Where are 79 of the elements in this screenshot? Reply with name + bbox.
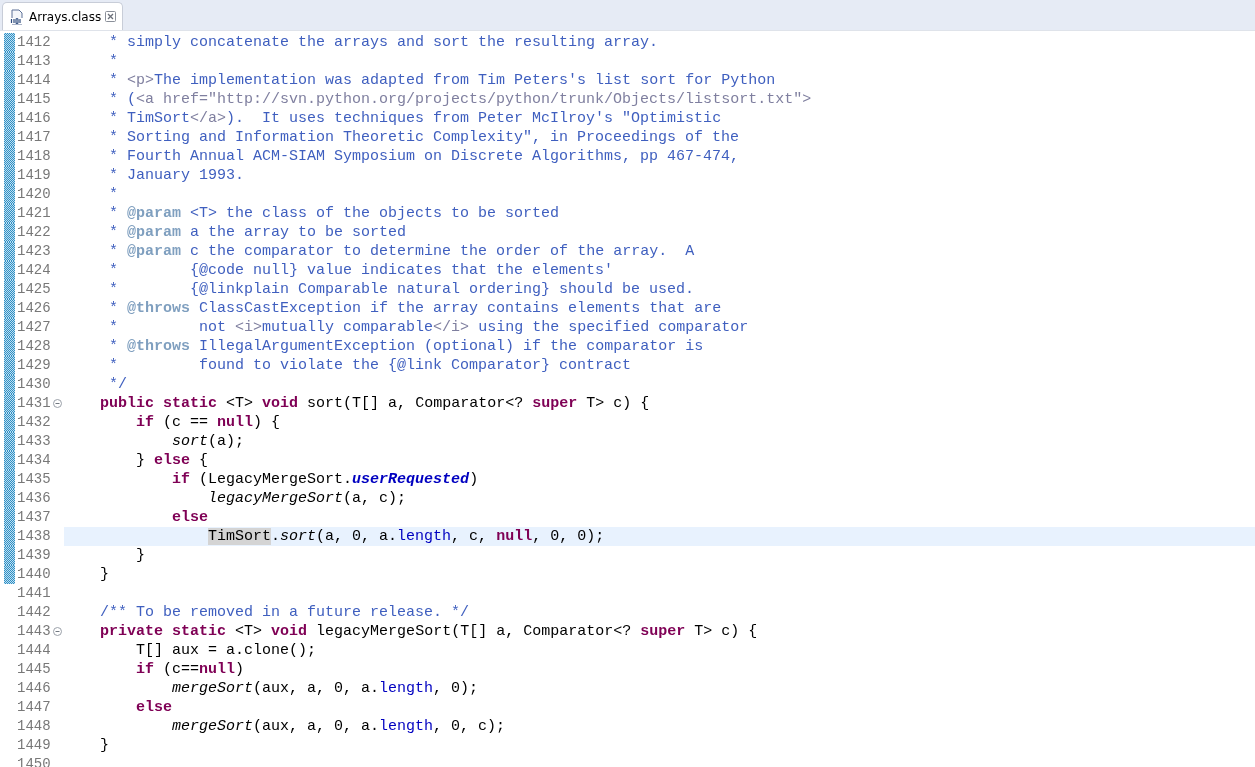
line-number: 1436: [17, 489, 52, 508]
code-line: * simply concatenate the arrays and sort the resulting array.: [108, 33, 660, 52]
code-line: * TimSort</a>). It uses techniques from Peter McIlroy's "Optimistic: [108, 109, 723, 128]
editor-tab[interactable]: Arrays.class: [2, 2, 124, 30]
collapse-icon[interactable]: [53, 399, 62, 408]
line-number: 1420: [17, 185, 52, 204]
line-number: 1440: [17, 565, 52, 584]
code-line: * @param a the array to be sorted: [108, 223, 408, 242]
code-line: mergeSort(aux, a, 0, a.length, 0, c);: [171, 717, 507, 736]
code-line: else: [135, 698, 174, 717]
line-number: 1449: [17, 736, 52, 755]
line-number: 1434: [17, 451, 52, 470]
line-number: 1416: [17, 109, 52, 128]
close-icon[interactable]: [105, 11, 117, 22]
line-number: 1414: [17, 71, 52, 90]
line-number: 1448: [17, 717, 52, 736]
line-number: 1445: [17, 660, 52, 679]
code-line: if (c==null): [135, 660, 246, 679]
code-line: /** To be removed in a future release. */: [99, 603, 471, 622]
code-line: * found to violate the {@link Comparator} contract: [108, 356, 633, 375]
line-number: 1441: [17, 584, 52, 603]
line-number: 1412: [17, 33, 52, 52]
line-number: 1433: [17, 432, 52, 451]
line-number: 1438: [17, 527, 52, 546]
code-line: if (LegacyMergeSort.userRequested): [171, 470, 480, 489]
line-number: 1427: [17, 318, 52, 337]
code-line: * (<a href="http://svn.python.org/projects/python/trunk/Objects/listsort.txt">: [108, 90, 813, 109]
line-number: 1413: [17, 52, 52, 71]
line-number: 1439: [17, 546, 52, 565]
line-number: 1418: [17, 147, 52, 166]
code-line: * {@linkplain Comparable natural ordering} should be used.: [108, 280, 696, 299]
code-line: mergeSort(aux, a, 0, a.length, 0);: [171, 679, 480, 698]
line-number: 1437: [17, 508, 52, 527]
code-line: }: [135, 546, 147, 565]
code-line: *: [108, 52, 120, 71]
line-number: 1422: [17, 223, 52, 242]
line-number: 1417: [17, 128, 52, 147]
code-line: * January 1993.: [108, 166, 246, 185]
code-line: * Fourth Annual ACM-SIAM Symposium on Discrete Algorithms, pp 467-474,: [108, 147, 741, 166]
line-number: 1421: [17, 204, 52, 223]
line-number: 1429: [17, 356, 52, 375]
code-line: }: [99, 736, 111, 755]
line-number: 1446: [17, 679, 52, 698]
line-number: 1443: [17, 622, 52, 641]
line-number: 1447: [17, 698, 52, 717]
collapse-icon[interactable]: [53, 627, 62, 636]
line-number: 1432: [17, 413, 52, 432]
code-line: * @param c the comparator to determine the order of the array. A: [108, 242, 696, 261]
line-number: 1442: [17, 603, 52, 622]
line-number: 1415: [17, 90, 52, 109]
line-number: 1435: [17, 470, 52, 489]
line-number: 1419: [17, 166, 52, 185]
line-number: 1424: [17, 261, 52, 280]
line-number: 1428: [17, 337, 52, 356]
code-line: } else {: [135, 451, 210, 470]
line-number: 1444: [17, 641, 52, 660]
code-line: *: [108, 185, 120, 204]
line-number: 1423: [17, 242, 52, 261]
code-line: private static <T> void legacyMergeSort(T[] a, Comparator<? super T> c) {: [99, 622, 759, 641]
line-number: 1426: [17, 299, 52, 318]
line-number: 1431: [17, 394, 52, 413]
code-line: T[] aux = a.clone();: [135, 641, 318, 660]
code-line: * @throws ClassCastException if the array contains elements that are: [108, 299, 723, 318]
code-line: * <p>The implementation was adapted from Tim Peters's list sort for Python: [108, 71, 777, 90]
code-line: * Sorting and Information Theoretic Complexity", in Proceedings of the: [108, 128, 741, 147]
code-line: */: [108, 375, 129, 394]
code-line: sort(a);: [171, 432, 246, 451]
code-line: else: [171, 508, 210, 527]
code-line: * @throws IllegalArgumentException (optional) if the comparator is: [108, 337, 705, 356]
line-number: 1425: [17, 280, 52, 299]
code-line: public static <T> void sort(T[] a, Comparator<? super T> c) {: [99, 394, 651, 413]
code-line: * @param <T> the class of the objects to be sorted: [108, 204, 561, 223]
code-line: * not <i>mutually comparable</i> using the specified comparator: [108, 318, 750, 337]
code-line: if (c == null) {: [135, 413, 282, 432]
code-line: * {@code null} value indicates that the elements': [108, 261, 615, 280]
code-line: legacyMergeSort(a, c);: [207, 489, 408, 508]
code-line: }: [99, 565, 111, 584]
line-number: 1430: [17, 375, 52, 394]
class-file-icon: [9, 8, 25, 25]
